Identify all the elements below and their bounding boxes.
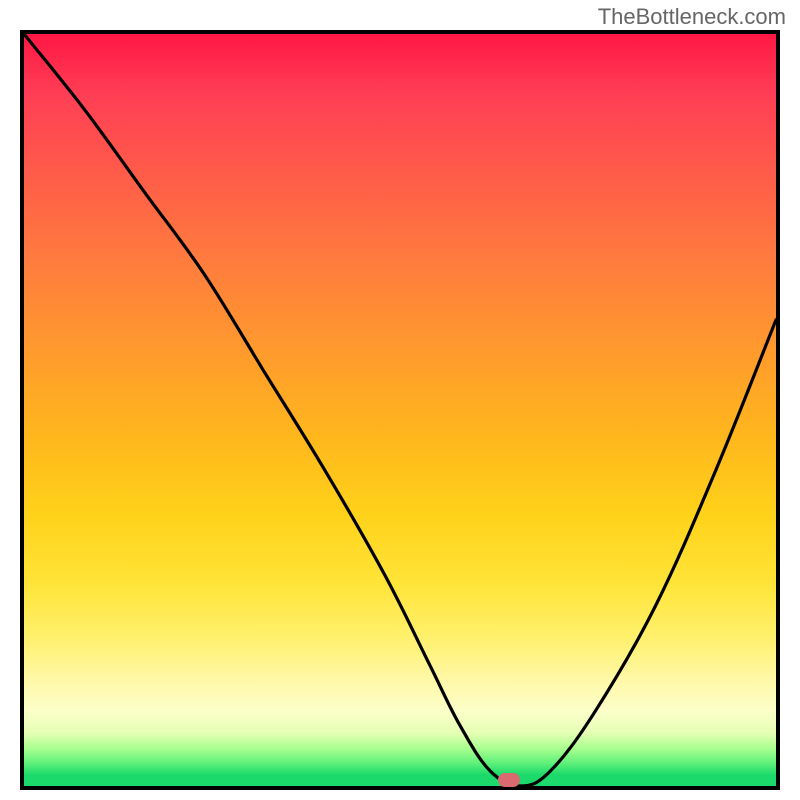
chart-plot-area <box>20 30 780 790</box>
watermark-text: TheBottleneck.com <box>598 4 786 30</box>
optimum-marker <box>498 773 520 787</box>
bottleneck-curve <box>24 34 776 786</box>
